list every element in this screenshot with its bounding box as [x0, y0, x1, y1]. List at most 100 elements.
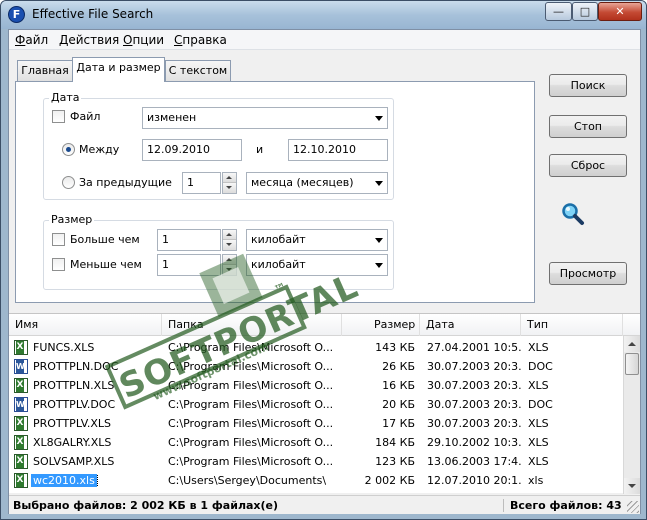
file-date-label: Файл — [70, 110, 101, 123]
date-group-title: Дата — [49, 91, 82, 104]
stepper-down-icon[interactable] — [223, 265, 236, 275]
table-row[interactable]: PROTTPLV.XLS C:\Program Files\Microsoft … — [9, 414, 621, 433]
greater-than-stepper[interactable] — [222, 229, 237, 251]
excel-file-icon — [14, 340, 28, 355]
previous-radio[interactable] — [62, 176, 75, 189]
magnifier-icon — [562, 203, 584, 225]
results-list[interactable]: Имя Папка Размер Дата Тип FUNCS.XLS C:\P… — [9, 313, 640, 494]
results-scrollbar[interactable] — [623, 336, 640, 494]
stepper-up-icon[interactable] — [223, 230, 236, 240]
file-date: 27.04.2001 10:5... — [427, 341, 521, 354]
less-than-field[interactable]: 1 — [157, 254, 221, 276]
stepper-up-icon[interactable] — [223, 173, 236, 183]
less-than-stepper[interactable] — [222, 254, 237, 276]
word-file-icon — [14, 397, 28, 412]
less-unit-combo[interactable]: килобайт — [246, 254, 388, 276]
total-files-status: Всего файлов: 43 — [503, 499, 622, 512]
table-row[interactable]: PROTTPLN.XLS C:\Program Files\Microsoft … — [9, 376, 621, 395]
date-group: Дата Файл изменен Между 12.09.2010 и 12.… — [43, 91, 394, 200]
file-date: 12.07.2010 20:1... — [427, 474, 521, 487]
maximize-button[interactable]: □ — [572, 2, 598, 21]
file-name: PROTTPLV.DOC — [33, 398, 116, 411]
menu-actions[interactable]: Действия — [59, 33, 119, 47]
tab-with-text[interactable]: С текстом — [165, 60, 231, 81]
previous-count-stepper[interactable] — [222, 172, 237, 194]
chevron-down-icon — [375, 116, 383, 121]
column-size[interactable]: Размер — [342, 314, 420, 336]
less-than-label: Меньше чем — [70, 258, 142, 271]
file-folder: C:\Program Files\Microsoft O... — [168, 455, 334, 468]
file-name: PROTTPLN.XLS — [33, 379, 115, 392]
file-date-checkbox[interactable] — [52, 110, 65, 123]
column-type[interactable]: Тип — [521, 314, 623, 336]
menu-help[interactable]: Справка — [174, 33, 227, 47]
file-name: wc2010.xls — [31, 474, 98, 487]
file-folder: C:\Program Files\Microsoft O... — [168, 360, 334, 373]
resize-grip-icon[interactable] — [627, 501, 639, 513]
menu-file[interactable]: Файл — [15, 33, 48, 47]
file-folder: C:\Users\Sergey\Documents\ — [168, 474, 327, 487]
greater-than-field[interactable]: 1 — [157, 229, 221, 251]
reset-button[interactable]: Сброс — [549, 154, 627, 177]
status-bar: Выбрано файлов: 2 002 КБ в 1 файлах(е) В… — [9, 495, 640, 514]
table-row[interactable]: SOLVSAMP.XLS C:\Program Files\Microsoft … — [9, 452, 621, 471]
file-date: 30.07.2003 20:3... — [427, 417, 521, 430]
period-unit-value: месяца (месяцев) — [251, 176, 354, 189]
file-size: 123 КБ — [375, 455, 415, 468]
excel-file-icon — [14, 416, 28, 431]
stepper-down-icon[interactable] — [223, 183, 236, 193]
size-group: Размер Больше чем 1 килобайт Меньше чем … — [43, 213, 394, 290]
minimize-button[interactable]: — — [545, 2, 572, 21]
file-date: 30.07.2003 20:3... — [427, 360, 521, 373]
date-from-field[interactable]: 12.09.2010 — [142, 139, 242, 161]
menu-file-label: айл — [25, 33, 49, 47]
tab-date-size[interactable]: Дата и размер — [72, 57, 165, 82]
column-date[interactable]: Дата — [420, 314, 521, 336]
file-type: XLS — [528, 341, 549, 354]
previous-count-field[interactable]: 1 — [182, 172, 221, 194]
file-name: PROTTPLN.DOC — [33, 360, 119, 373]
file-size: 2 002 КБ — [364, 474, 415, 487]
greater-than-checkbox[interactable] — [52, 233, 65, 246]
excel-file-icon — [14, 435, 28, 450]
file-type: xls — [528, 474, 544, 487]
column-name[interactable]: Имя — [9, 314, 162, 336]
file-folder: C:\Program Files\Microsoft O... — [168, 436, 334, 449]
between-radio[interactable] — [62, 143, 75, 156]
stepper-down-icon[interactable] — [223, 240, 236, 250]
menu-options[interactable]: Опции — [123, 33, 164, 47]
less-than-checkbox[interactable] — [52, 258, 65, 271]
results-header: Имя Папка Размер Дата Тип — [9, 314, 640, 336]
date-attribute-value: изменен — [147, 111, 197, 124]
stepper-up-icon[interactable] — [223, 255, 236, 265]
date-to-field[interactable]: 12.10.2010 — [288, 139, 388, 161]
excel-file-icon — [14, 378, 28, 393]
table-row-selected[interactable]: wc2010.xls C:\Users\Sergey\Documents\ 2 … — [9, 471, 621, 490]
file-type: XLS — [528, 436, 549, 449]
greater-unit-combo[interactable]: килобайт — [246, 229, 388, 251]
table-row[interactable]: FUNCS.XLS C:\Program Files\Microsoft O..… — [9, 338, 621, 357]
window-title: Effective File Search — [32, 7, 154, 21]
search-button[interactable]: Поиск — [549, 74, 627, 97]
table-row[interactable]: PROTTPLV.DOC C:\Program Files\Microsoft … — [9, 395, 621, 414]
file-type: XLS — [528, 417, 549, 430]
close-button[interactable]: ✕ — [598, 2, 642, 21]
greater-unit-value: килобайт — [251, 233, 306, 246]
app-window: F Effective File Search — □ ✕ Файл Дейст… — [0, 0, 647, 520]
scroll-down-icon[interactable] — [624, 478, 640, 494]
file-size: 143 КБ — [375, 341, 415, 354]
table-row[interactable]: XL8GALRY.XLS C:\Program Files\Microsoft … — [9, 433, 621, 452]
column-folder[interactable]: Папка — [162, 314, 342, 336]
file-date: 13.06.2003 17:4... — [427, 455, 521, 468]
period-unit-combo[interactable]: месяца (месяцев) — [246, 172, 388, 194]
table-row[interactable]: PROTTPLN.DOC C:\Program Files\Microsoft … — [9, 357, 621, 376]
tab-main[interactable]: Главная — [17, 60, 73, 81]
stop-button[interactable]: Стоп — [549, 115, 627, 138]
preview-button[interactable]: Просмотр — [549, 262, 627, 285]
file-size: 16 КБ — [382, 379, 415, 392]
title-bar[interactable]: F Effective File Search — □ ✕ — [1, 1, 646, 29]
excel-file-icon — [14, 454, 28, 469]
scroll-thumb[interactable] — [625, 353, 639, 375]
date-attribute-combo[interactable]: изменен — [142, 107, 388, 129]
scroll-up-icon[interactable] — [624, 336, 640, 352]
